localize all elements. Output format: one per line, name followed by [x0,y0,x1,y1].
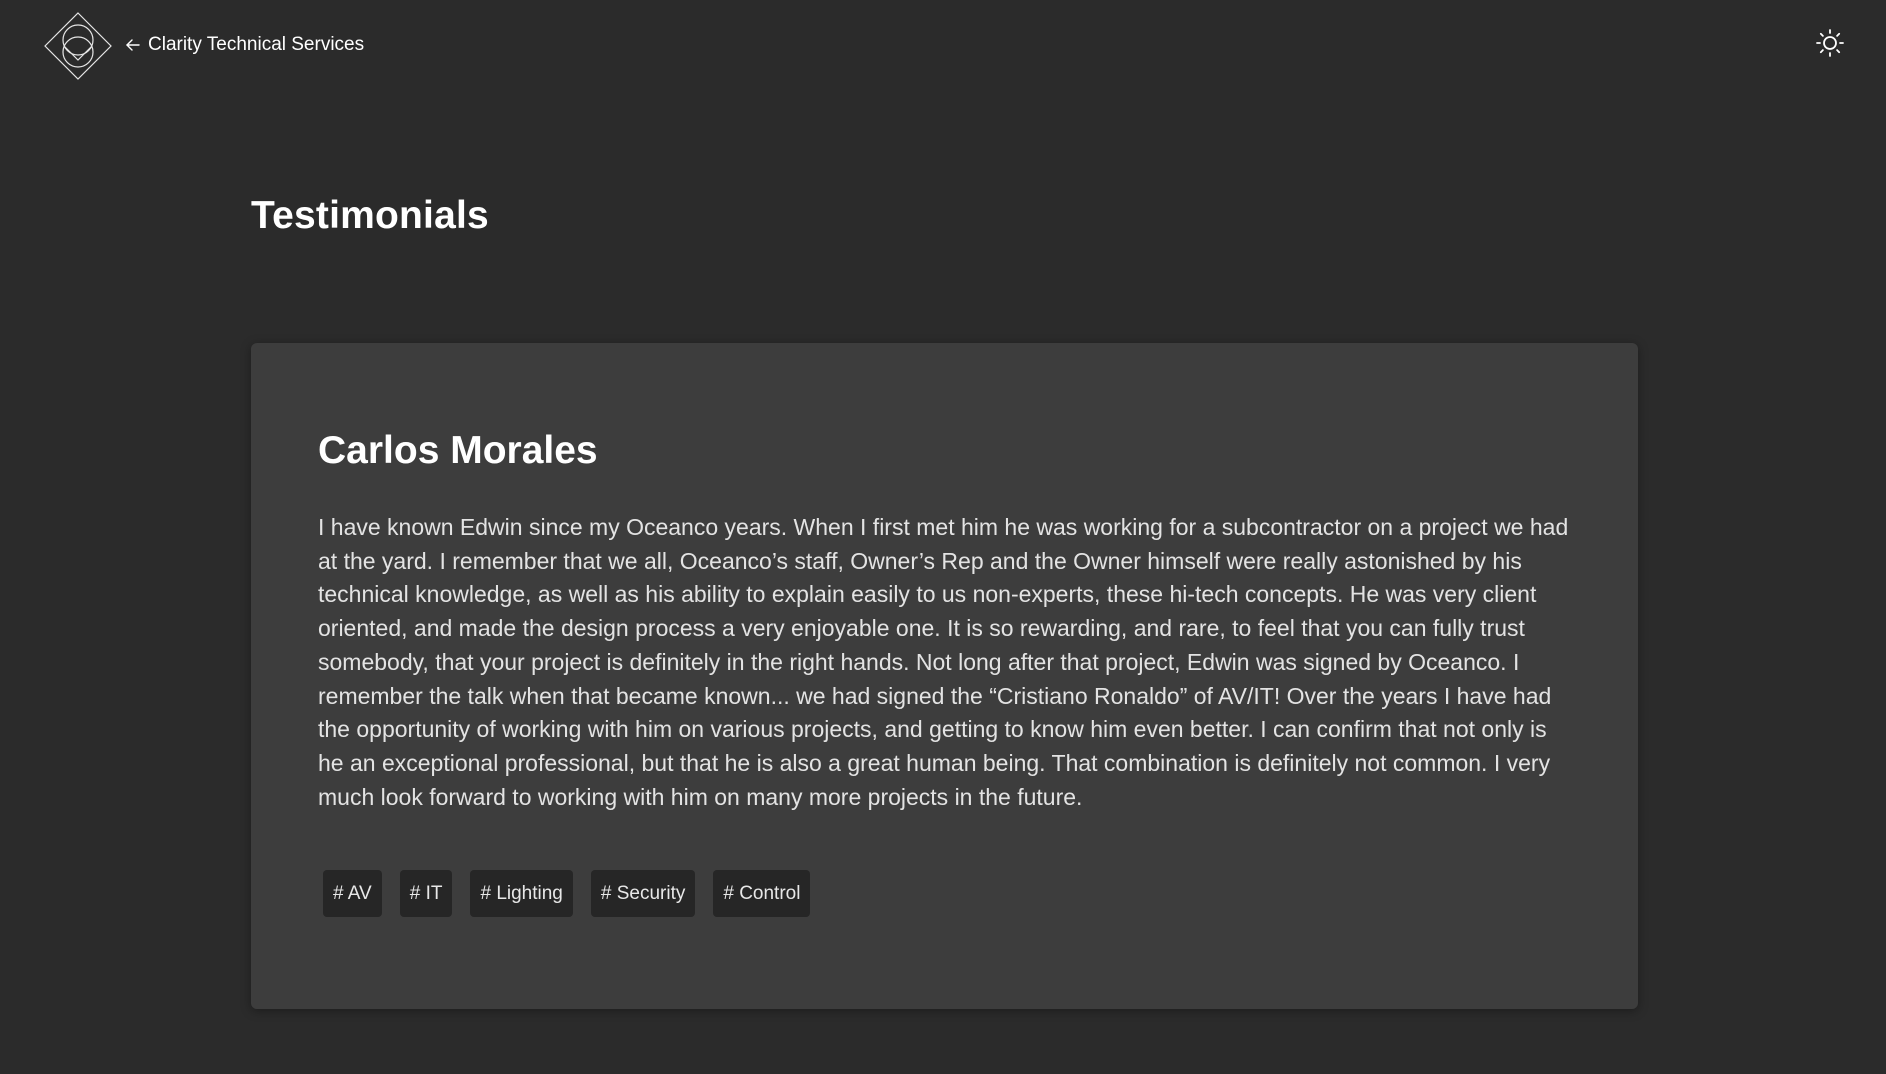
testimonial-card: Carlos Morales I have known Edwin since … [251,343,1638,1009]
diamond-circles-logo-icon[interactable] [44,12,112,80]
page-title: Testimonials [251,194,489,237]
tag-av[interactable]: # AV [323,870,382,918]
back-home-link[interactable]: Clarity Technical Services [124,34,364,56]
testimonial-author: Carlos Morales [318,429,598,472]
site-header: Clarity Technical Services [0,0,1886,94]
tag-it[interactable]: # IT [399,870,453,918]
tag-control[interactable]: # Control [713,870,811,918]
sun-icon [1816,29,1844,57]
tag-list: # AV # IT # Lighting # Security # Contro… [323,870,1572,918]
arrow-left-icon [126,39,140,51]
tag-security[interactable]: # Security [590,870,696,918]
testimonial-text: I have known Edwin since my Oceanco year… [318,514,1569,810]
page: Clarity Technical Services Testimonials … [0,0,1886,1074]
tag-lighting[interactable]: # Lighting [470,870,573,918]
back-link-label: Clarity Technical Services [148,34,365,55]
theme-toggle-button[interactable] [1814,27,1846,59]
